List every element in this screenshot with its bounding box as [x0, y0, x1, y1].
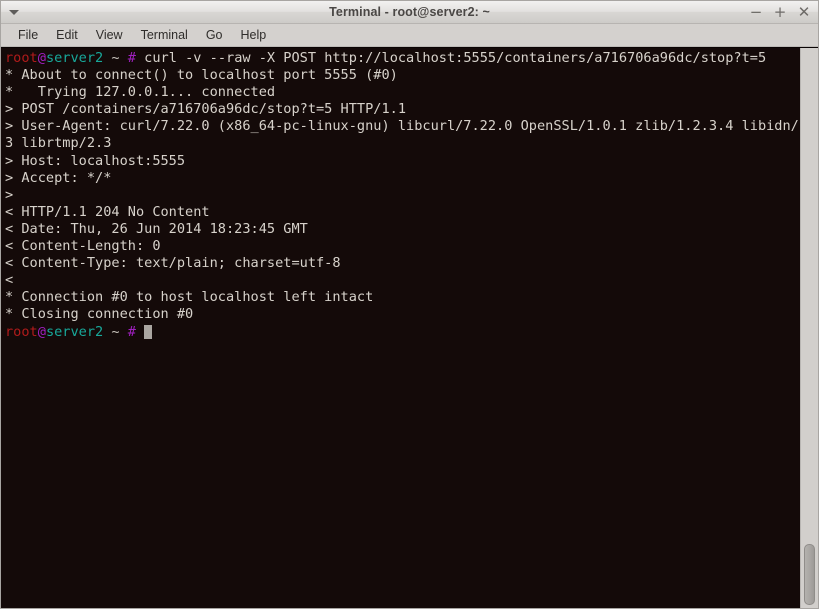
text-cursor	[144, 324, 153, 339]
terminal-screen[interactable]: root@server2 ~ # curl -v --raw -X POST h…	[1, 48, 800, 608]
menu-item-help[interactable]: Help	[232, 25, 276, 46]
chevron-down-icon	[9, 9, 19, 15]
terminal-output-line: 3 librtmp/2.3	[5, 135, 112, 152]
minimize-button[interactable]: −	[749, 4, 763, 20]
prompt-trailing-space	[136, 324, 144, 340]
terminal-command-line: root@server2 ~ # curl -v --raw -X POST h…	[5, 50, 800, 67]
terminal-scrollbar[interactable]	[800, 48, 818, 608]
title-bar[interactable]: Terminal - root@server2: ~ − + ✕	[1, 1, 818, 24]
terminal-output-line: * Closing connection #0	[5, 306, 194, 323]
menu-item-edit[interactable]: Edit	[47, 25, 87, 46]
terminal-output-line: > Host: localhost:5555	[5, 152, 186, 169]
window-title: Terminal - root@server2: ~	[329, 5, 490, 19]
prompt-at: @	[37, 323, 46, 340]
prompt-sigil: #	[127, 323, 136, 340]
menu-item-view[interactable]: View	[87, 25, 132, 46]
window-menu-button[interactable]	[1, 1, 27, 23]
terminal-output-line: * Connection #0 to host localhost left i…	[5, 289, 374, 306]
prompt-host: server2	[45, 50, 104, 66]
prompt-path: ~	[111, 50, 120, 66]
prompt-path: ~	[111, 323, 120, 340]
terminal-output-line: * Trying 127.0.0.1... connected	[5, 84, 276, 101]
maximize-button[interactable]: +	[773, 4, 787, 20]
prompt-space2	[120, 50, 128, 66]
prompt-sigil: #	[127, 50, 136, 66]
terminal-output-line: > POST /containers/a716706a96dc/stop?t=5…	[5, 101, 407, 118]
window-controls: − + ✕	[749, 4, 818, 20]
terminal-output-line: < Date: Thu, 26 Jun 2014 18:23:45 GMT	[5, 220, 308, 237]
menu-item-file[interactable]: File	[9, 25, 47, 46]
menu-bar: File Edit View Terminal Go Help	[1, 24, 818, 47]
terminal-active-prompt-line[interactable]: root@server2 ~ #	[5, 324, 800, 341]
terminal-output-line: > Accept: */*	[5, 169, 112, 186]
terminal-output-line: * About to connect() to localhost port 5…	[5, 67, 398, 84]
terminal-output-line: <	[5, 272, 14, 289]
terminal-command-text: curl -v --raw -X POST http://localhost:5…	[135, 50, 767, 66]
menu-item-terminal[interactable]: Terminal	[132, 25, 197, 46]
terminal-output-line: >	[5, 186, 14, 203]
scrollbar-thumb[interactable]	[804, 543, 815, 606]
prompt-user: root	[5, 50, 38, 66]
terminal-output-line: < Content-Length: 0	[5, 238, 161, 255]
prompt-user: root	[5, 323, 38, 340]
prompt-host: server2	[45, 323, 104, 340]
terminal-output-line: > User-Agent: curl/7.22.0 (x86_64-pc-lin…	[5, 118, 800, 135]
menu-item-go[interactable]: Go	[197, 25, 232, 46]
prompt-space2	[120, 324, 128, 340]
terminal-output-line: < HTTP/1.1 204 No Content	[5, 203, 210, 220]
close-button[interactable]: ✕	[797, 4, 811, 20]
terminal-window: Terminal - root@server2: ~ − + ✕ File Ed…	[0, 0, 819, 609]
terminal-output-line: < Content-Type: text/plain; charset=utf-…	[5, 255, 341, 272]
prompt-at: @	[37, 50, 46, 66]
terminal-area: root@server2 ~ # curl -v --raw -X POST h…	[1, 47, 818, 608]
